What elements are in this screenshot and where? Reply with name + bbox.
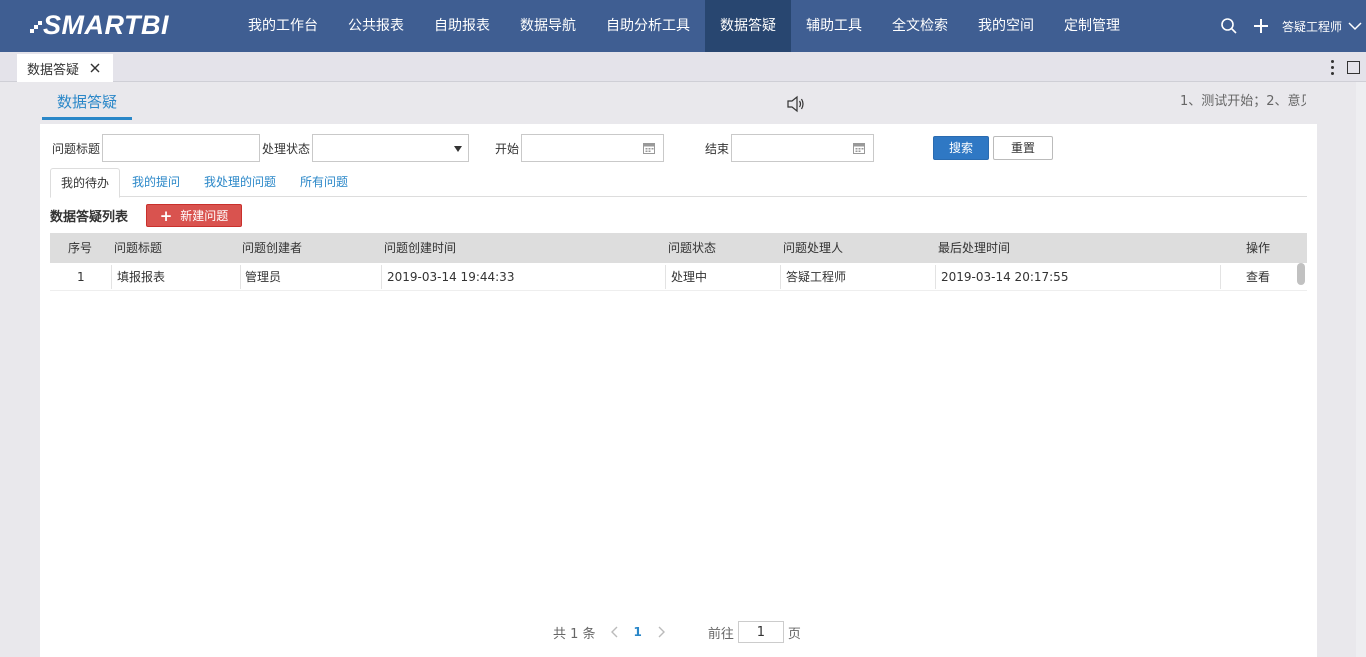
goto-page-input[interactable] bbox=[737, 621, 784, 643]
tab-data-qa[interactable]: 数据答疑 bbox=[17, 54, 113, 82]
speaker-icon[interactable] bbox=[786, 95, 806, 113]
total-count: 共 1 条 bbox=[553, 626, 596, 642]
nav-item-data-qa[interactable]: 数据答疑 bbox=[705, 0, 791, 52]
nav-item-custom-management[interactable]: 定制管理 bbox=[1049, 0, 1135, 52]
col-creator[interactable]: 问题创建者 bbox=[242, 233, 302, 263]
tab-my-questions[interactable]: 我的提问 bbox=[120, 168, 192, 197]
plus-icon: + bbox=[159, 206, 173, 225]
new-question-button[interactable]: + 新建问题 bbox=[146, 204, 242, 227]
close-icon[interactable] bbox=[89, 62, 101, 74]
status-select[interactable] bbox=[312, 134, 469, 162]
list-title: 数据答疑列表 bbox=[50, 210, 129, 225]
main-nav: 我的工作台 公共报表 自助报表 数据导航 自助分析工具 数据答疑 辅助工具 全文… bbox=[233, 0, 1135, 52]
user-menu[interactable]: 答疑工程师 bbox=[1282, 18, 1342, 35]
col-status[interactable]: 问题状态 bbox=[668, 233, 716, 263]
col-title[interactable]: 问题标题 bbox=[114, 233, 162, 263]
logo-dots-icon bbox=[30, 17, 42, 33]
nav-item-my-space[interactable]: 我的空间 bbox=[963, 0, 1049, 52]
prev-page-icon[interactable] bbox=[610, 626, 620, 638]
nav-item-analysis-tools[interactable]: 自助分析工具 bbox=[591, 0, 705, 52]
announcement-marquee: 1、测试开始；2、意见反馈 bbox=[1180, 94, 1306, 109]
chevron-down-icon[interactable] bbox=[1346, 17, 1364, 35]
page-title[interactable]: 数据答疑 bbox=[42, 90, 132, 120]
col-index[interactable]: 序号 bbox=[68, 233, 92, 263]
content-panel: 问题标题 处理状态 开始 结束 搜索 重置 我的待办 我的提问 我处理的问题 所… bbox=[40, 124, 1317, 657]
nav-item-data-navigation[interactable]: 数据导航 bbox=[505, 0, 591, 52]
page-tab-strip: 数据答疑 bbox=[0, 52, 1366, 82]
new-question-label: 新建问题 bbox=[180, 209, 229, 223]
goto-label: 前往 bbox=[707, 626, 734, 642]
tab-label: 数据答疑 bbox=[27, 62, 80, 78]
top-nav-bar: SMARTBI 我的工作台 公共报表 自助报表 数据导航 自助分析工具 数据答疑… bbox=[0, 0, 1366, 52]
col-last-update[interactable]: 最后处理时间 bbox=[938, 233, 1010, 263]
dropdown-arrow-icon bbox=[454, 146, 462, 152]
page-suffix: 页 bbox=[787, 626, 801, 642]
tab-all-questions[interactable]: 所有问题 bbox=[288, 168, 360, 197]
start-date-label: 开始 bbox=[495, 142, 520, 156]
cell-last-update: 2019-03-14 20:17:55 bbox=[941, 270, 1069, 284]
title-filter-input[interactable] bbox=[102, 134, 260, 162]
sub-header: 数据答疑 1、测试开始；2、意见反馈 bbox=[0, 82, 1356, 124]
add-icon[interactable] bbox=[1248, 13, 1274, 39]
cell-index: 1 bbox=[77, 270, 85, 284]
pagination: 共 1 条 1 前往 页 bbox=[553, 621, 801, 643]
search-button[interactable]: 搜索 bbox=[933, 136, 989, 160]
nav-item-self-reports[interactable]: 自助报表 bbox=[419, 0, 505, 52]
col-action: 操作 bbox=[1246, 241, 1271, 255]
calendar-icon[interactable] bbox=[853, 142, 865, 154]
status-filter-label: 处理状态 bbox=[262, 142, 311, 156]
col-created-time[interactable]: 问题创建时间 bbox=[384, 233, 456, 263]
reset-button[interactable]: 重置 bbox=[993, 136, 1053, 160]
nav-item-fulltext-search[interactable]: 全文检索 bbox=[877, 0, 963, 52]
end-date-input[interactable] bbox=[731, 134, 874, 162]
cell-title: 填报报表 bbox=[117, 270, 166, 284]
calendar-icon[interactable] bbox=[643, 142, 655, 154]
tab-strip-tools bbox=[1325, 58, 1360, 76]
nav-item-public-reports[interactable]: 公共报表 bbox=[333, 0, 419, 52]
cell-created-time: 2019-03-14 19:44:33 bbox=[387, 270, 515, 284]
maximize-icon[interactable] bbox=[1347, 60, 1360, 74]
next-page-icon[interactable] bbox=[656, 626, 666, 638]
logo-text: SMARTBI bbox=[43, 9, 170, 40]
cell-handler: 答疑工程师 bbox=[786, 270, 847, 284]
search-icon[interactable] bbox=[1216, 13, 1242, 39]
tab-my-todo[interactable]: 我的待办 bbox=[50, 168, 121, 198]
col-handler[interactable]: 问题处理人 bbox=[783, 233, 843, 263]
current-page[interactable]: 1 bbox=[634, 625, 642, 639]
table-header: 序号 问题标题 问题创建者 问题创建时间 问题状态 问题处理人 最后处理时间 操… bbox=[50, 233, 1307, 263]
end-date-label: 结束 bbox=[705, 142, 730, 156]
nav-item-aux-tools[interactable]: 辅助工具 bbox=[791, 0, 877, 52]
filter-bar: 问题标题 处理状态 开始 结束 搜索 重置 bbox=[40, 134, 1317, 162]
view-link[interactable]: 查看 bbox=[1241, 263, 1270, 291]
start-date-input[interactable] bbox=[521, 134, 664, 162]
page-scrollbar[interactable] bbox=[1356, 82, 1366, 657]
smartbi-logo[interactable]: SMARTBI bbox=[30, 9, 169, 41]
nav-item-workbench[interactable]: 我的工作台 bbox=[233, 0, 333, 52]
cell-status: 处理中 bbox=[671, 270, 708, 284]
question-table: 序号 问题标题 问题创建者 问题创建时间 问题状态 问题处理人 最后处理时间 操… bbox=[50, 233, 1307, 291]
table-row[interactable]: 1 填报报表 管理员 2019-03-14 19:44:33 处理中 答疑工程师… bbox=[50, 263, 1307, 291]
top-right-tools: 答疑工程师 bbox=[1216, 0, 1366, 52]
title-filter-label: 问题标题 bbox=[52, 142, 101, 156]
tab-handled-questions[interactable]: 我处理的问题 bbox=[192, 168, 288, 197]
column-divider bbox=[1220, 265, 1221, 289]
cell-creator: 管理员 bbox=[245, 270, 282, 284]
table-scrollbar[interactable] bbox=[1297, 263, 1305, 285]
question-tabs: 我的待办 我的提问 我处理的问题 所有问题 bbox=[50, 168, 1307, 198]
more-menu-icon[interactable] bbox=[1325, 58, 1339, 76]
